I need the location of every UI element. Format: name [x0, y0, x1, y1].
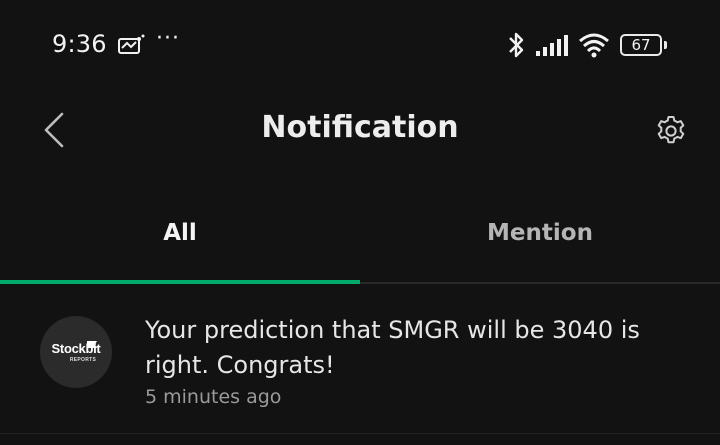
active-tab-indicator: [0, 280, 360, 284]
tab-all[interactable]: All: [0, 190, 360, 284]
avatar: Stockbit REPORTS: [40, 316, 112, 388]
tab-all-label: All: [163, 220, 197, 246]
signal-icon: [536, 34, 570, 56]
settings-button[interactable]: [654, 114, 688, 148]
bluetooth-icon: [506, 30, 526, 60]
avatar-brand-sub: REPORTS: [69, 357, 97, 363]
tab-mention-label: Mention: [487, 220, 593, 246]
battery-level: 67: [620, 34, 662, 56]
status-clock: 9:36: [52, 30, 107, 58]
notification-list: Stockbit REPORTS Your prediction that SM…: [0, 286, 720, 434]
app-header: Notification: [0, 92, 720, 168]
notification-app-icon: [118, 34, 146, 56]
notification-tabs: All Mention: [0, 190, 720, 284]
notification-message: Your prediction that SMGR will be 3040 i…: [145, 316, 640, 379]
notification-timestamp: 5 minutes ago: [145, 386, 282, 408]
battery-tip: [664, 41, 667, 49]
status-bar: 9:36 ··· 67: [0, 0, 720, 92]
avatar-flag-icon: [87, 341, 97, 348]
page-title: Notification: [261, 110, 459, 145]
wifi-icon: [578, 32, 610, 58]
tab-mention[interactable]: Mention: [360, 190, 720, 282]
more-notifications-indicator: ···: [156, 26, 180, 51]
battery-icon: 67: [620, 34, 668, 56]
gear-icon: [657, 116, 685, 144]
notification-screen: 9:36 ··· 67 Notification All Mention Sto…: [0, 0, 720, 445]
notification-item[interactable]: Stockbit REPORTS Your prediction that SM…: [0, 286, 720, 434]
